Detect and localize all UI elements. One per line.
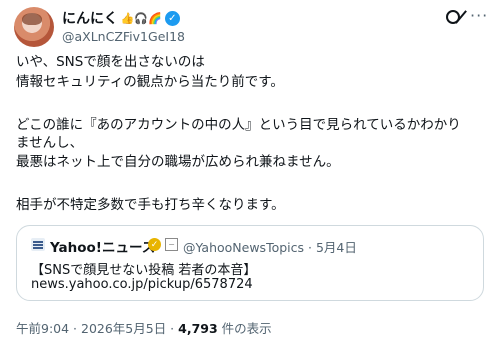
verified-badge-icon[interactable]: ✓ [164,10,180,26]
post-text-line: ませんし、 [16,135,84,151]
quoted-source-name[interactable]: Yahoo!ニュース [50,236,155,256]
post-meta: 午前9:04 · 2026年5月5日 · 4,793 件の表示 [16,318,272,337]
verified-org-badge-icon: ✓ [148,238,161,251]
post-text-line: どこの誰に『あのアカウントの中の人』という目で見られているかわかり [16,117,461,133]
post-timestamp[interactable]: 午前9:04 · 2026年5月5日 · [16,321,178,336]
author-name-row: にんにく 👍🎧🌈 ✓ [62,9,180,27]
quoted-link[interactable]: news.yahoo.co.jp/pickup/6578724 [31,277,253,292]
avatar[interactable] [14,7,54,47]
grok-icon[interactable] [446,10,460,24]
post-text-line: 情報セキュリティの観点から当たり前です。 [16,74,284,90]
yahoo-news-logo-icon [31,238,45,251]
more-options-icon[interactable]: ··· [470,6,488,25]
post-text-line: 相手が不特定多数で手も打ち辛くなります。 [16,197,285,213]
post-text-line: いや、SNSで顔を出さないのは [16,54,205,70]
quoted-handle-date: @YahooNewsTopics · 5月4日 [183,240,357,255]
affiliate-badge-icon: − [165,238,178,251]
author-emojis: 👍🎧🌈 [120,11,162,25]
view-count: 4,793 [178,321,218,336]
quoted-post-card[interactable]: Yahoo!ニュース ✓ − @YahooNewsTopics · 5月4日 【… [16,225,484,301]
author-handle[interactable]: @aXLnCZFiv1GeI18 [62,29,185,44]
author-display-name[interactable]: にんにく [62,8,118,28]
quoted-headline: 【SNSで顔見せない投稿 若者の本音】 [31,263,257,278]
view-count-label: 件の表示 [217,321,272,336]
post-text-line: 最悪はネット上で自分の職場が広められ兼ねません。 [16,154,340,170]
